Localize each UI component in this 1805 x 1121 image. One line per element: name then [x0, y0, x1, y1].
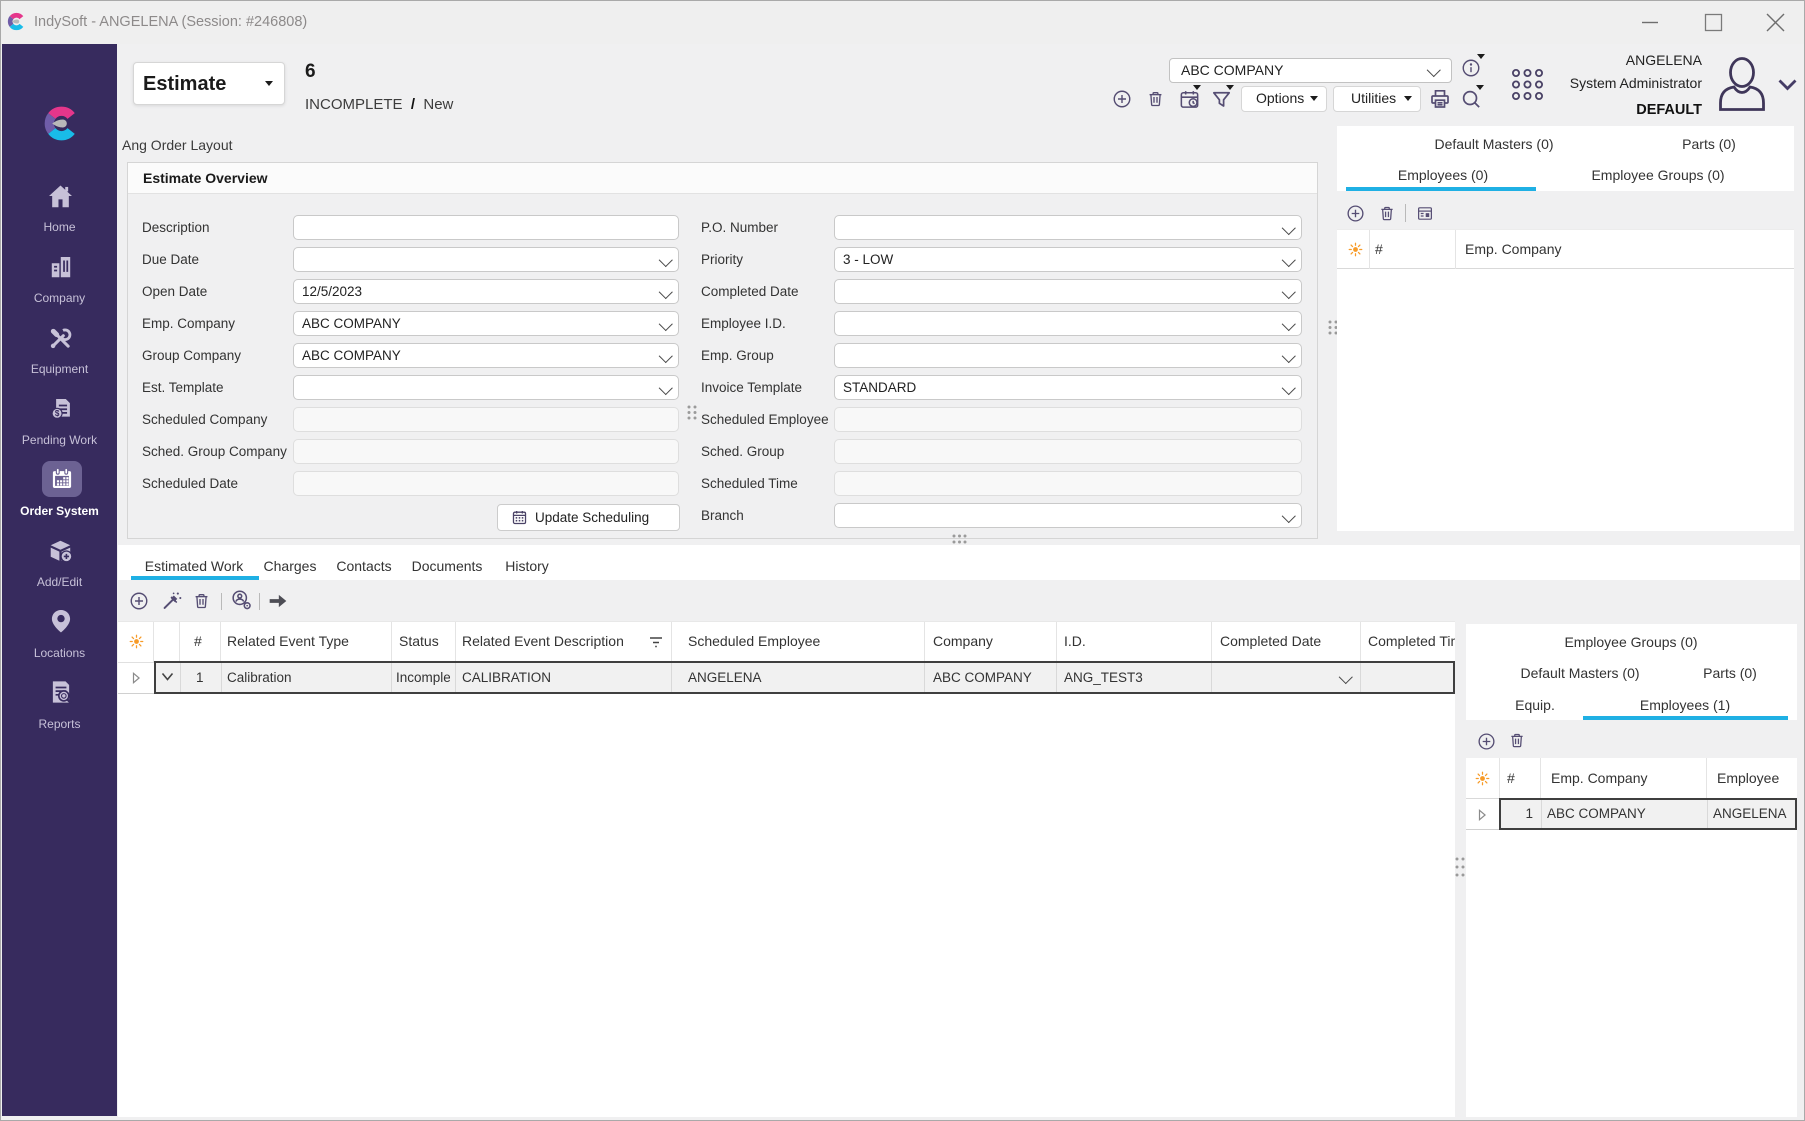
svg-text:$: $ [55, 409, 60, 418]
